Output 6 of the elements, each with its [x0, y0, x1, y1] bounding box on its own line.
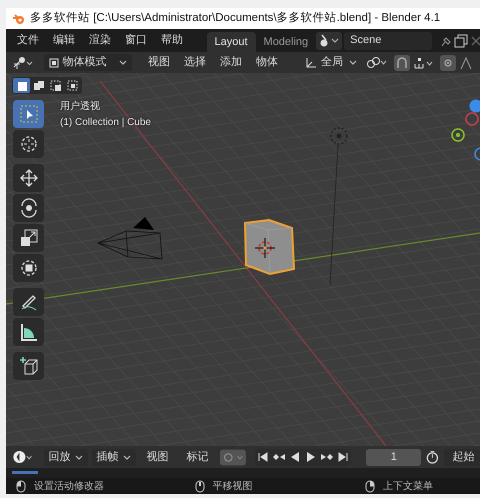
view-name: 用户透视 [60, 100, 101, 114]
window-title: 多多软件站 [C:\Users\Administrator\Documents\多多软件站.blend] - Blender 4.1 [30, 10, 440, 26]
status-hint: 上下文菜单 [382, 480, 433, 494]
object-info: (1) Collection | Cube [60, 116, 151, 130]
status-hint: 设置活动修改器 [34, 480, 104, 494]
status-hint: 平移视图 [212, 480, 253, 494]
